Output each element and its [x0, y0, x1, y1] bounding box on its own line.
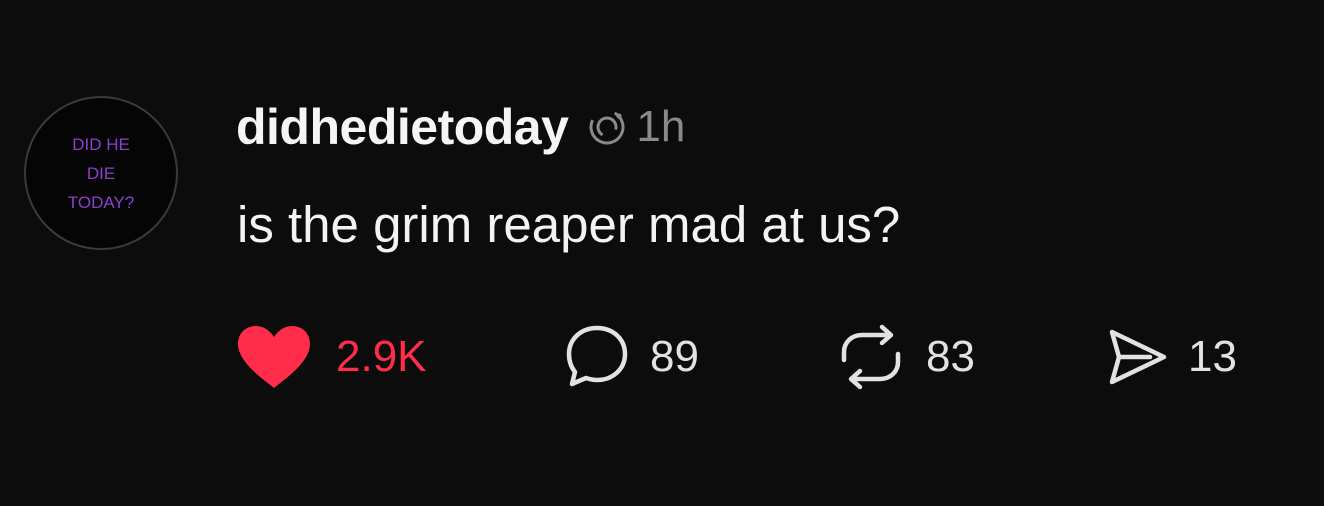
- timestamp: 1h: [636, 102, 686, 151]
- speech-bubble-icon: [562, 322, 632, 392]
- like-button[interactable]: 2.9K: [236, 322, 427, 392]
- username[interactable]: didhedietoday: [236, 98, 569, 156]
- reply-button[interactable]: 89: [562, 322, 699, 392]
- paper-plane-icon: [1104, 322, 1170, 392]
- like-count: 2.9K: [336, 332, 427, 381]
- action-bar: 2.9K 89 83 13: [236, 322, 1296, 392]
- share-count: 13: [1188, 332, 1237, 381]
- share-button[interactable]: 13: [1104, 322, 1237, 392]
- post-text: is the grim reaper mad at us?: [237, 196, 901, 253]
- avatar-label: DID HE DIE TODAY?: [67, 134, 135, 212]
- avatar[interactable]: DID HE DIE TODAY?: [24, 96, 178, 250]
- repost-button[interactable]: 83: [834, 322, 975, 392]
- post-header: didhedietoday 1h: [236, 92, 685, 162]
- post: DID HE DIE TODAY? didhedietoday 1h is th…: [0, 0, 1324, 506]
- repost-arrows-icon: [834, 322, 908, 392]
- repost-count: 83: [926, 332, 975, 381]
- heart-icon: [236, 324, 312, 390]
- reply-count: 89: [650, 332, 699, 381]
- threads-activity-icon: [588, 108, 626, 146]
